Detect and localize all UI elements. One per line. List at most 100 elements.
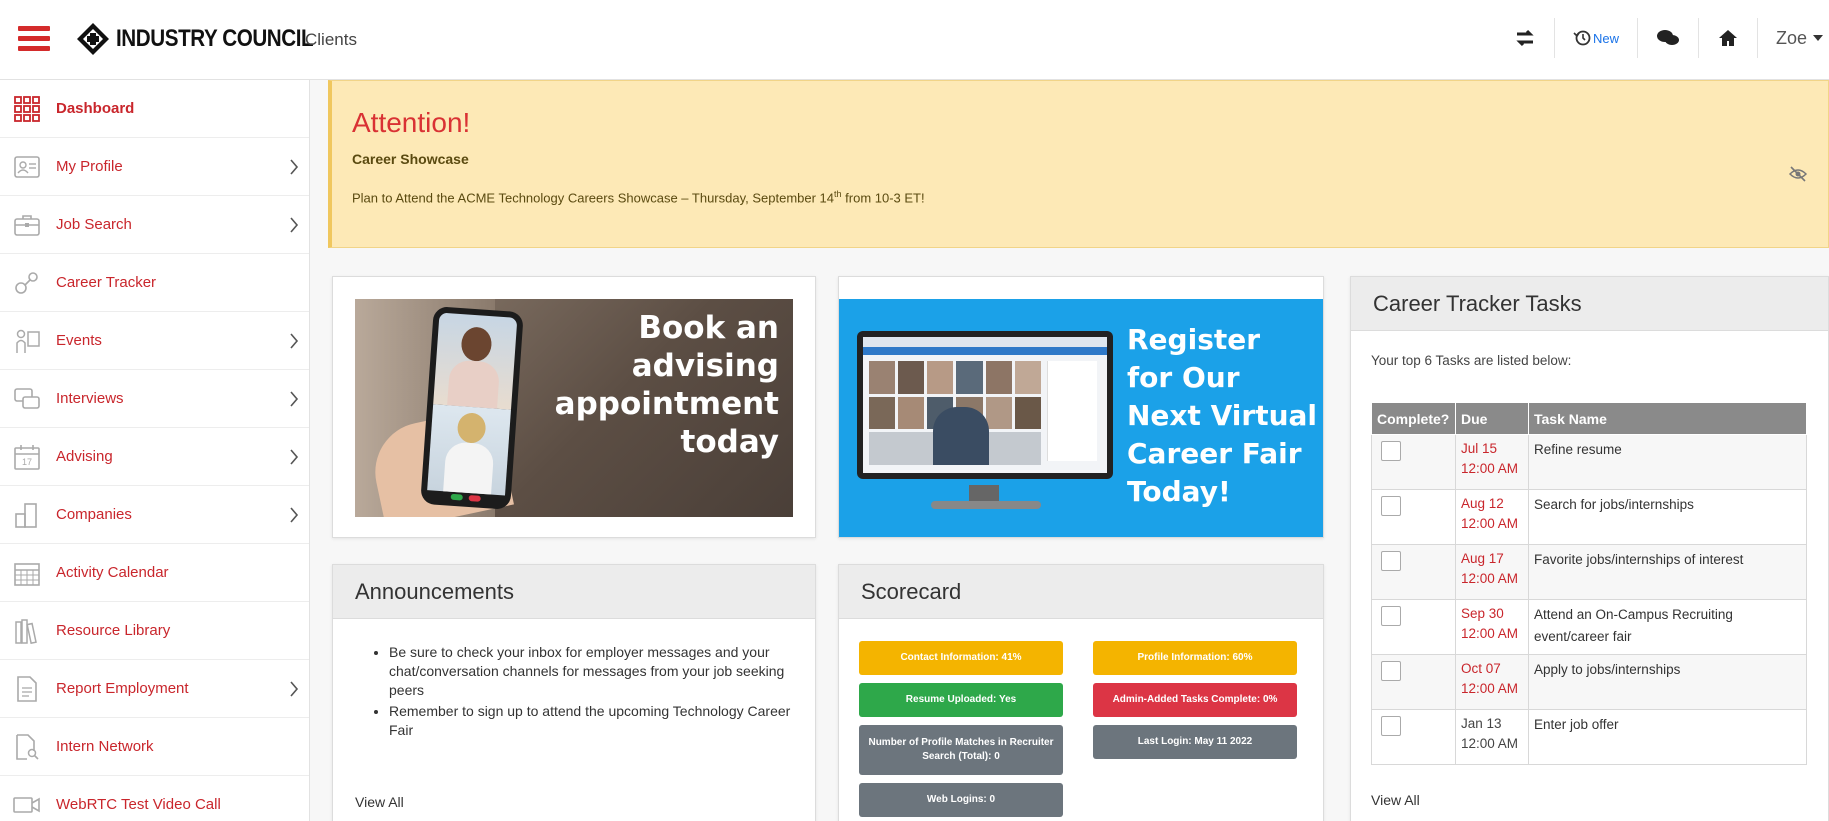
hamburger-menu-icon[interactable] xyxy=(18,26,50,52)
sidebar-item-label: Job Search xyxy=(56,216,132,233)
sidebar-item-label: Events xyxy=(56,332,102,349)
resume-uploaded-status-badge[interactable]: Resume Uploaded: Yes xyxy=(859,683,1063,717)
sidebar-item-job-search[interactable]: Job Search xyxy=(0,196,309,254)
career-fair-line-2: for Our xyxy=(1127,361,1240,394)
task-row: Aug 12 12:00 AM Search for jobs/internship… xyxy=(1371,489,1807,545)
task-name[interactable]: Refine resume xyxy=(1534,439,1801,461)
buildings-icon xyxy=(12,500,42,530)
profile-card-icon xyxy=(12,152,42,182)
top-navbar: INDUSTRY COUNCIL Clients New Zoe xyxy=(0,0,1829,80)
messages-button[interactable] xyxy=(1636,18,1698,58)
sidebar-item-events[interactable]: Events xyxy=(0,312,309,370)
calendar-grid-icon xyxy=(12,558,42,588)
chevron-right-icon[interactable] xyxy=(289,390,299,408)
sidebar-item-interviews[interactable]: Interviews xyxy=(0,370,309,428)
user-menu[interactable]: Zoe xyxy=(1756,18,1829,58)
sidebar-item-label: My Profile xyxy=(56,158,123,175)
sidebar-item-label: Activity Calendar xyxy=(56,564,169,581)
advising-line-3: appointment xyxy=(554,386,779,422)
sidebar-item-resource-library[interactable]: Resource Library xyxy=(0,602,309,660)
tasks-table-header: Complete? Due Task Name xyxy=(1371,402,1807,435)
last-login-status-badge[interactable]: Last Login: May 11 2022 xyxy=(1093,725,1297,759)
task-name[interactable]: Search for jobs/internships xyxy=(1534,494,1801,516)
task-name[interactable]: Enter job offer xyxy=(1534,714,1801,736)
sidebar-item-dashboard[interactable]: Dashboard xyxy=(0,80,309,138)
career-tracker-tasks-card: Career Tracker Tasks Your top 6 Tasks ar… xyxy=(1350,276,1829,821)
industry-council-logo-icon xyxy=(77,23,109,55)
sidebar-item-label: Report Employment xyxy=(56,680,189,697)
sidebar-item-career-tracker[interactable]: Career Tracker xyxy=(0,254,309,312)
hide-alert-icon[interactable] xyxy=(1788,165,1808,183)
col-due[interactable]: Due xyxy=(1455,402,1529,435)
announcement-item: Be sure to check your inbox for employer… xyxy=(389,643,801,700)
alert-title: Attention! xyxy=(352,107,471,138)
chevron-right-icon[interactable] xyxy=(289,680,299,698)
task-complete-checkbox[interactable] xyxy=(1381,496,1401,516)
task-due-time: 12:00 AM xyxy=(1461,516,1519,531)
chevron-right-icon[interactable] xyxy=(289,332,299,350)
sidebar-item-companies[interactable]: Companies xyxy=(0,486,309,544)
whats-new-button[interactable]: New xyxy=(1553,18,1637,58)
tasks-table: Complete? Due Task Name Jul 15 12:00 AM Re… xyxy=(1371,402,1807,765)
task-name-cell: Attend an On-Campus Recruiting event/car… xyxy=(1528,599,1807,655)
book-advising-banner[interactable]: Book an advising appointment today xyxy=(355,299,793,517)
career-fair-line-4: Career Fair xyxy=(1127,437,1302,470)
chevron-right-icon[interactable] xyxy=(289,506,299,524)
task-name[interactable]: Attend an On-Campus Recruiting event/car… xyxy=(1534,604,1801,648)
career-tracker-icon xyxy=(12,268,42,298)
alert-text-end: from 10-3 ET! xyxy=(841,190,925,206)
task-name-cell: Apply to jobs/internships xyxy=(1528,654,1807,710)
new-badge: New xyxy=(1592,30,1619,46)
announcements-list: Be sure to check your inbox for employer… xyxy=(333,643,815,740)
task-name-cell: Search for jobs/internships xyxy=(1528,489,1807,545)
sidebar-item-advising[interactable]: 17 Advising xyxy=(0,428,309,486)
announcements-view-all-link[interactable]: View All xyxy=(355,794,404,810)
contact-info-status-badge[interactable]: Contact Information: 41% xyxy=(859,641,1063,675)
col-task-name[interactable]: Task Name xyxy=(1528,402,1807,435)
sidebar-item-activity-calendar[interactable]: Activity Calendar xyxy=(0,544,309,602)
task-row: Oct 07 12:00 AM Apply to jobs/internships xyxy=(1371,654,1807,710)
task-due-cell: Aug 17 12:00 AM xyxy=(1455,544,1529,600)
announcements-title: Announcements xyxy=(333,565,815,619)
task-name-cell: Enter job offer xyxy=(1528,709,1807,765)
history-icon xyxy=(1573,30,1591,46)
switch-user-button[interactable] xyxy=(1496,18,1554,58)
sidebar-item-label: Advising xyxy=(56,448,113,465)
task-row: Jul 15 12:00 AM Refine resume xyxy=(1371,434,1807,490)
task-complete-checkbox[interactable] xyxy=(1381,606,1401,626)
task-complete-checkbox[interactable] xyxy=(1381,661,1401,681)
col-complete[interactable]: Complete? xyxy=(1371,402,1456,435)
monitor-base xyxy=(931,501,1041,509)
sidebar-item-report-employment[interactable]: Report Employment xyxy=(0,660,309,718)
task-name[interactable]: Favorite jobs/internships of interest xyxy=(1534,549,1801,571)
sidebar-item-webrtc-test-video-call[interactable]: WebRTC Test Video Call xyxy=(0,776,309,821)
tasks-view-all-link[interactable]: View All xyxy=(1371,792,1420,808)
web-logins-status-badge[interactable]: Web Logins: 0 xyxy=(859,783,1063,817)
sidebar: Dashboard My Profile Job Search Career Trac… xyxy=(0,80,310,821)
user-name: Zoe xyxy=(1775,27,1807,48)
sidebar-item-label: WebRTC Test Video Call xyxy=(56,796,221,813)
task-complete-checkbox[interactable] xyxy=(1381,551,1401,571)
clients-link[interactable]: Clients xyxy=(305,30,357,50)
chevron-right-icon[interactable] xyxy=(289,216,299,234)
task-complete-checkbox[interactable] xyxy=(1381,716,1401,736)
chevron-right-icon[interactable] xyxy=(289,158,299,176)
dashboard-grid-icon xyxy=(12,94,42,124)
sidebar-item-intern-network[interactable]: Intern Network xyxy=(0,718,309,776)
task-complete-checkbox[interactable] xyxy=(1381,441,1401,461)
virtual-career-fair-banner[interactable]: Register for Our Next Virtual Career Fai… xyxy=(839,299,1323,537)
sidebar-item-my-profile[interactable]: My Profile xyxy=(0,138,309,196)
profile-matches-status-badge[interactable]: Number of Profile Matches in Recruiter S… xyxy=(859,725,1063,775)
alert-message: Plan to Attend the ACME Technology Caree… xyxy=(352,189,925,205)
chevron-right-icon[interactable] xyxy=(289,448,299,466)
task-due-cell: Jul 15 12:00 AM xyxy=(1455,434,1529,490)
task-name[interactable]: Apply to jobs/internships xyxy=(1534,659,1801,681)
library-books-icon xyxy=(12,616,42,646)
home-button[interactable] xyxy=(1697,18,1757,58)
chat-bubbles-icon xyxy=(1656,30,1679,45)
admin-tasks-status-badge[interactable]: Admin-Added Tasks Complete: 0% xyxy=(1093,683,1297,717)
sidebar-item-label: Dashboard xyxy=(56,100,135,117)
task-due-date: Jul 15 xyxy=(1461,441,1498,456)
profile-info-status-badge[interactable]: Profile Information: 60% xyxy=(1093,641,1297,675)
task-due-cell: Aug 12 12:00 AM xyxy=(1455,489,1529,545)
